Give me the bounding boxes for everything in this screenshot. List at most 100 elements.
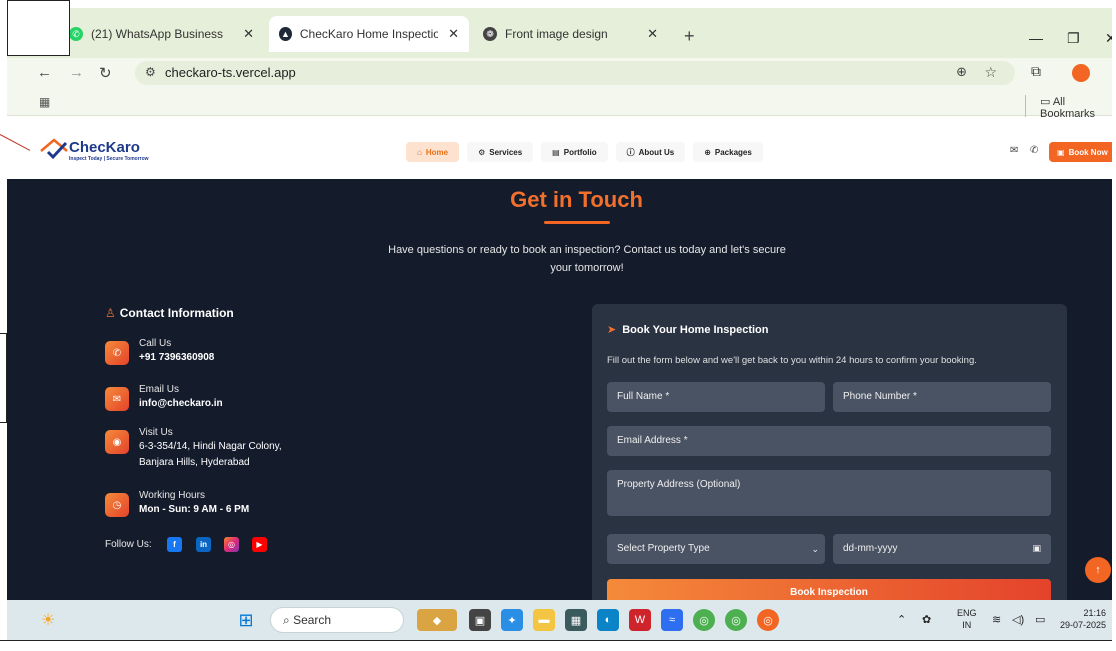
close-tab-icon[interactable]: ✕ [233, 26, 254, 42]
app-icon[interactable]: ≈ [661, 609, 683, 631]
bookmarks-bar: ▦ ▭ All Bookmarks [7, 88, 1112, 120]
property-type-select[interactable]: Select Property Type ⌄ [607, 534, 825, 564]
contact-section: Get in Touch Have questions or ready to … [7, 179, 1112, 604]
chrome-icon[interactable]: ◎ [693, 609, 715, 631]
brand-tagline: Inspect Today | Secure Tomorrow [69, 156, 149, 162]
full-name-placeholder: Full Name * [617, 391, 670, 402]
apps-grid-icon[interactable]: ▦ [39, 95, 50, 109]
arrow-up-icon: ↑ [1095, 564, 1101, 576]
weather-widget-icon[interactable]: ☀ [37, 609, 59, 631]
email-input[interactable]: Email Address * [607, 426, 1051, 456]
scroll-to-top-button[interactable]: ↑ [1085, 557, 1111, 583]
tab-checkaro[interactable]: ▲ ChecKaro Home Inspection - In ✕ [269, 16, 469, 52]
nav-services[interactable]: ⚙ Services [467, 142, 534, 162]
start-icon[interactable]: ⊞ [235, 609, 257, 631]
file-explorer-icon[interactable]: ▬ [533, 609, 555, 631]
contact-value[interactable]: info@checkaro.in [139, 398, 223, 409]
store-icon[interactable]: ▦ [565, 609, 587, 631]
chevron-down-icon: ⌄ [811, 544, 819, 554]
tiger-widget-icon[interactable]: ◆ [417, 609, 457, 631]
book-now-button[interactable]: ▣ Book Now [1049, 142, 1116, 162]
profile-avatar[interactable] [1072, 64, 1090, 82]
property-address-input[interactable]: Property Address (Optional) [607, 470, 1051, 516]
copilot-icon[interactable]: ✦ [501, 609, 523, 631]
email-placeholder: Email Address * [617, 435, 688, 446]
follow-us-label: Follow Us: [105, 539, 152, 550]
contact-value: 6-3-354/14, Hindi Nagar Colony, [139, 441, 282, 452]
section-title: Get in Touch [510, 187, 643, 212]
youtube-icon[interactable]: ▶ [252, 537, 267, 552]
extensions-icon[interactable]: ⧉ [1031, 63, 1041, 80]
close-tab-icon[interactable]: ✕ [637, 26, 658, 42]
title-underline [544, 221, 610, 224]
edge-icon[interactable]: ◐ [597, 609, 619, 631]
taskbar-search[interactable]: ⌕ Search [270, 607, 404, 633]
phone-placeholder: Phone Number * [843, 391, 917, 402]
instagram-icon[interactable]: ◎ [224, 537, 239, 552]
lang-bottom: IN [962, 620, 972, 630]
new-tab-button[interactable]: + [684, 26, 695, 47]
section-subtitle: Have questions or ready to book an inspe… [388, 244, 786, 274]
phone-input[interactable]: Phone Number * [833, 382, 1051, 412]
property-type-value: Select Property Type [617, 543, 710, 554]
tab-whatsapp[interactable]: ✆ (21) WhatsApp Business ✕ [59, 16, 264, 52]
nav-portfolio[interactable]: ▤ Portfolio [541, 142, 608, 162]
header-phone-icon[interactable]: ✆ [1030, 145, 1038, 156]
reload-icon[interactable]: ↻ [99, 64, 112, 82]
book-now-label: Book Now [1068, 147, 1108, 157]
nav-label: Packages [714, 147, 752, 157]
clock-icon: ◷ [105, 493, 129, 517]
wifi-icon[interactable]: ≋ [992, 613, 1001, 626]
tab-title: (21) WhatsApp Business [91, 27, 224, 41]
house-check-icon [40, 138, 68, 160]
wps-icon[interactable]: W [629, 609, 651, 631]
restore-icon[interactable]: ❐ [1067, 30, 1080, 47]
back-icon[interactable]: ← [37, 64, 52, 81]
facebook-icon[interactable]: f [167, 537, 182, 552]
full-name-input[interactable]: Full Name * [607, 382, 825, 412]
calendar-icon: ▣ [1057, 147, 1065, 157]
tab-front-image[interactable]: ❁ Front image design ✕ [473, 16, 668, 52]
nav-about[interactable]: ⓘ About Us [615, 142, 686, 162]
linkedin-icon[interactable]: in [196, 537, 211, 552]
annotation-box [7, 0, 70, 56]
minimize-icon[interactable]: — [1029, 30, 1043, 46]
contact-value[interactable]: +91 7396360908 [139, 352, 214, 363]
url-text[interactable]: checkaro-ts.vercel.app [165, 65, 296, 80]
battery-icon[interactable]: ▭ [1035, 613, 1045, 626]
nav-home[interactable]: ⌂ Home [406, 142, 460, 162]
date-input[interactable]: dd-mm-yyyy ▣ [833, 534, 1051, 564]
mail-icon: ✉ [105, 387, 129, 411]
form-title: ➤ Book Your Home Inspection [607, 323, 769, 336]
tray-chevron-icon[interactable]: ⌃ [897, 613, 906, 626]
site-settings-icon[interactable]: ⚙ [145, 65, 156, 79]
nav-packages[interactable]: ⊕ Packages [693, 142, 763, 162]
tab-title: ChecKaro Home Inspection - In [299, 27, 439, 41]
volume-icon[interactable]: ◁) [1012, 613, 1024, 626]
gear-icon: ⚙ [478, 147, 486, 157]
home-icon: ⌂ [417, 147, 422, 157]
tray-app-icon[interactable]: ✿ [922, 613, 931, 626]
forward-icon[interactable]: → [69, 64, 84, 81]
phone-icon: ✆ [105, 341, 129, 365]
browser-tab-bar: ✆ (21) WhatsApp Business ✕ ▲ ChecKaro Ho… [7, 8, 1116, 58]
system-clock[interactable]: 21:16 29-07-2025 [1060, 607, 1106, 631]
contact-value-line2: Banjara Hills, Hyderabad [139, 457, 250, 468]
bookmark-star-icon[interactable]: ☆ [984, 64, 997, 81]
chrome-profile-icon[interactable]: ◎ [757, 609, 779, 631]
calendar-icon: ▣ [1032, 543, 1041, 553]
chrome-icon[interactable]: ◎ [725, 609, 747, 631]
lang-top: ENG [957, 608, 977, 618]
frame-edge [1112, 0, 1116, 651]
users-icon: ♙ [105, 306, 116, 320]
contact-label: Email Us [139, 384, 180, 395]
header-mail-icon[interactable]: ✉ [1010, 145, 1018, 156]
omnibox[interactable]: ⚙ checkaro-ts.vercel.app ⊕ ☆ [135, 61, 1015, 85]
task-view-icon[interactable]: ▣ [469, 609, 491, 631]
language-indicator[interactable]: ENG IN [957, 607, 977, 631]
frame-edge [0, 640, 1116, 651]
close-tab-icon[interactable]: ✕ [438, 26, 459, 42]
windows-taskbar: ☀ ⊞ ⌕ Search ◆ ▣ ✦ ▬ ▦ ◐ W ≈ ◎ ◎ ◎ ⌃ ✿ E… [7, 600, 1112, 640]
clock-date: 29-07-2025 [1060, 620, 1107, 630]
zoom-icon[interactable]: ⊕ [956, 64, 967, 80]
